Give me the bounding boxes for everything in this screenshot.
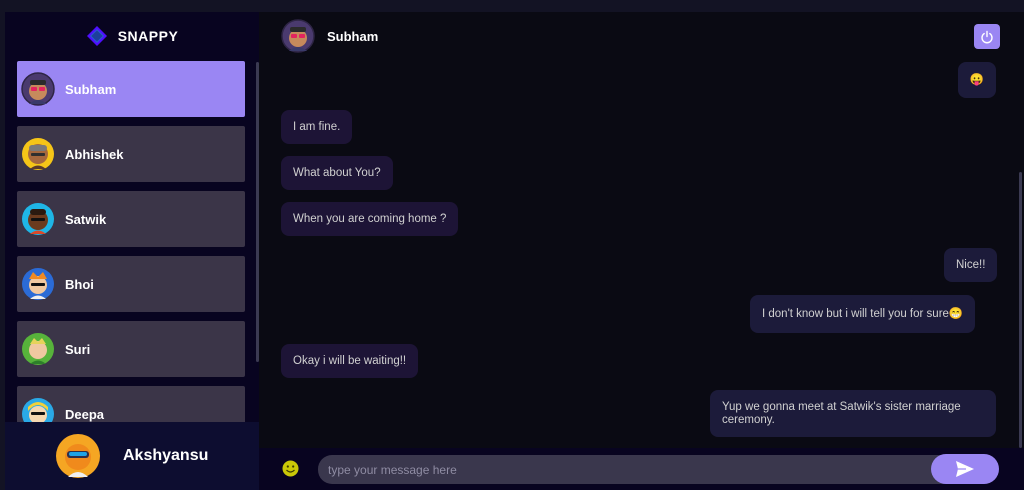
chat-scrollbar[interactable] bbox=[1019, 172, 1022, 448]
avatar bbox=[22, 398, 54, 422]
contact-name: Bhoi bbox=[65, 276, 94, 292]
logout-button[interactable] bbox=[974, 24, 1000, 49]
message-sent: Nice!! bbox=[944, 248, 998, 282]
message-received: Okay i will be waiting!! bbox=[281, 344, 419, 378]
avatar bbox=[21, 72, 55, 106]
contact-item-deepa[interactable]: Deepa bbox=[17, 386, 245, 422]
chat-contact-name: Subham bbox=[327, 28, 379, 44]
avatar bbox=[22, 203, 54, 235]
contact-name: Suri bbox=[65, 341, 91, 357]
message-input[interactable] bbox=[318, 455, 997, 484]
contact-item-bhoi[interactable]: Bhoi bbox=[17, 256, 245, 312]
message-sent: Yup we gonna meet at Satwik's sister mar… bbox=[710, 390, 996, 437]
contact-name: Subham bbox=[65, 81, 117, 97]
contact-item-satwik[interactable]: Satwik bbox=[17, 191, 245, 247]
current-user: Akshyansu bbox=[5, 422, 259, 490]
avatar bbox=[281, 19, 315, 53]
contact-name: Satwik bbox=[65, 211, 107, 227]
chat-panel: Subham 😛 I am fine. What about You? When… bbox=[259, 12, 1024, 490]
brand: SNAPPY bbox=[5, 12, 259, 60]
message-received: What about You? bbox=[281, 156, 393, 190]
message-sent: I don't know but i will tell you for sur… bbox=[750, 295, 976, 333]
avatar bbox=[22, 138, 54, 170]
contact-name: Abhishek bbox=[65, 146, 124, 162]
power-icon bbox=[981, 30, 993, 43]
message-sent: 😛 bbox=[958, 62, 996, 98]
contact-item-abhishek[interactable]: Abhishek bbox=[17, 126, 245, 182]
contact-name: Deepa bbox=[65, 406, 105, 422]
send-button[interactable] bbox=[931, 454, 999, 484]
avatar bbox=[56, 434, 100, 478]
avatar bbox=[22, 268, 54, 300]
message-input-bar bbox=[259, 448, 1024, 490]
brand-logo-icon bbox=[86, 26, 107, 46]
current-user-name: Akshyansu bbox=[123, 447, 209, 464]
contacts-list[interactable]: Subham Abhishek Satwik Bhoi Suri Deepa bbox=[5, 60, 259, 422]
chat-app: SNAPPY Subham Abhishek Satwik Bhoi Suri … bbox=[5, 12, 1024, 490]
message-received: I am fine. bbox=[281, 110, 353, 144]
send-icon bbox=[956, 461, 974, 477]
avatar bbox=[22, 333, 54, 365]
message-received: When you are coming home ? bbox=[281, 202, 459, 236]
messages-list: 😛 I am fine. What about You? When you ar… bbox=[259, 60, 1024, 450]
chat-header: Subham bbox=[259, 12, 1024, 60]
contact-item-suri[interactable]: Suri bbox=[17, 321, 245, 377]
contact-item-subham[interactable]: Subham bbox=[17, 61, 245, 117]
emoji-icon[interactable] bbox=[282, 460, 299, 477]
brand-name: SNAPPY bbox=[117, 28, 179, 44]
contacts-sidebar: SNAPPY Subham Abhishek Satwik Bhoi Suri … bbox=[5, 12, 259, 490]
